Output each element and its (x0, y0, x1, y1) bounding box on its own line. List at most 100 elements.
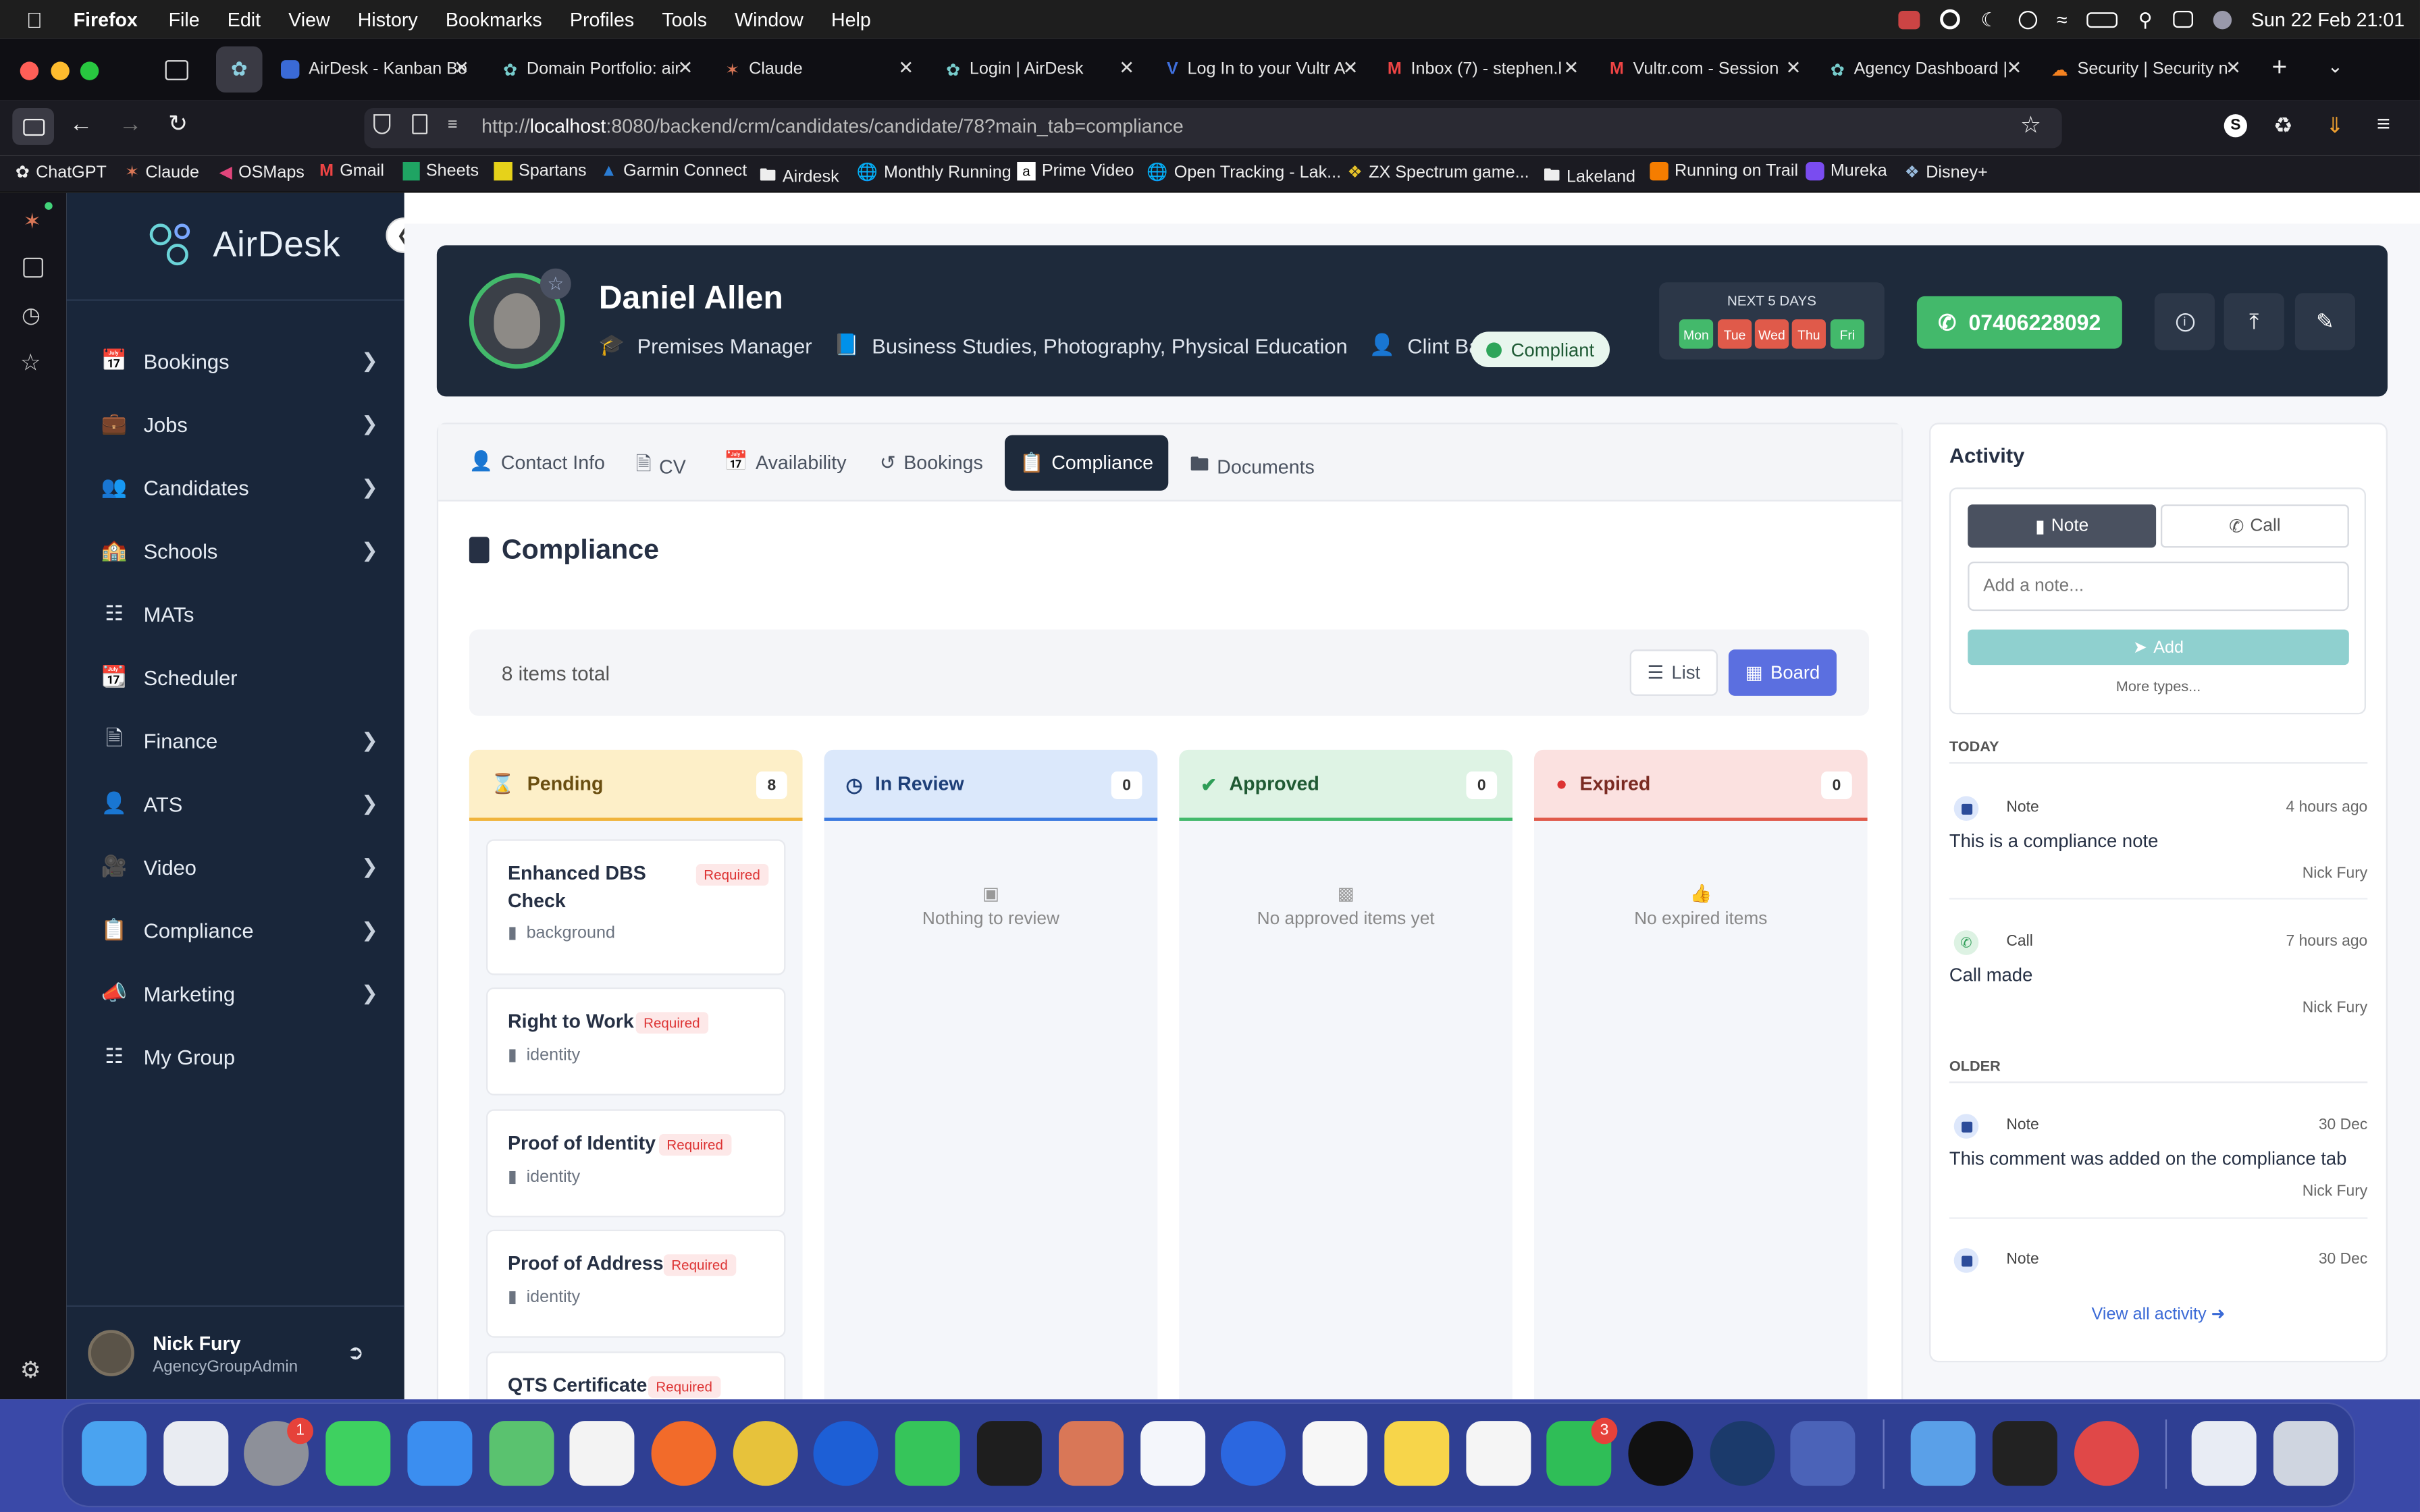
app-logo[interactable]: AirDesk (148, 221, 340, 267)
bookmark-open-tracking[interactable]: 🌐 Open Tracking - Lak... (1147, 162, 1341, 182)
sidebar-item-ats[interactable]: 👤 ATS ❯ (101, 781, 378, 828)
chrome-icon[interactable] (733, 1421, 798, 1486)
day-tue[interactable]: Tue (1717, 319, 1752, 349)
view-all-activity-link[interactable]: View all activity ➜ (1949, 1303, 2367, 1324)
bookmark-airdesk[interactable]: 🖿 Airdesk (760, 162, 839, 191)
spotify-icon[interactable] (1628, 1421, 1693, 1486)
bookmark-spartans[interactable]: Spartans (494, 161, 587, 181)
sidebar-item-compliance[interactable]: 📋 Compliance ❯ (101, 907, 378, 954)
bookmark-zx-spectrum[interactable]: ❖ ZX Spectrum game... (1347, 162, 1529, 182)
tab-close-icon[interactable]: ✕ (1119, 57, 1134, 79)
tab-claude[interactable]: ✶ Claude (725, 49, 802, 89)
window-zoom-button[interactable] (80, 61, 99, 80)
day-fri[interactable]: Fri (1830, 319, 1865, 349)
reminders-icon[interactable] (1303, 1421, 1368, 1486)
bookmark-mureka[interactable]: Mureka (1806, 161, 1887, 181)
tab-cv[interactable]: 🗎 CV (636, 450, 686, 483)
forward-icon[interactable]: → (119, 111, 142, 138)
tab-security[interactable]: ☁ Security | Security n (2051, 49, 2228, 89)
shield-icon[interactable] (373, 114, 391, 134)
back-icon[interactable]: ← (70, 111, 93, 138)
reload-icon[interactable]: ↻ (168, 109, 188, 138)
new-tab-button[interactable]: + (2272, 53, 2288, 84)
history-icon[interactable]: ◷ (22, 302, 41, 329)
list-view-button[interactable]: ☰ List (1629, 649, 1718, 696)
sidebar-item-scheduler[interactable]: 📆 Scheduler (101, 654, 378, 701)
sidebar-item-schools[interactable]: 🏫 Schools ❯ (101, 528, 378, 574)
tab-close-icon[interactable]: ✕ (898, 57, 914, 79)
info-button[interactable]: i (2154, 293, 2215, 350)
day-wed[interactable]: Wed (1754, 319, 1789, 349)
bookmark-osmaps[interactable]: ◀ OSMaps (219, 162, 305, 182)
logout-icon[interactable]: ➲ (347, 1341, 364, 1366)
facetime-icon[interactable] (895, 1421, 960, 1486)
more-types-link[interactable]: More types... (1968, 679, 2349, 696)
note-input[interactable] (1968, 561, 2349, 612)
sidebar-item-finance[interactable]: 🗎 Finance ❯ (101, 718, 378, 764)
mail-icon[interactable] (407, 1421, 473, 1486)
menubar-clock[interactable]: Sun 22 Feb 21:01 (2251, 9, 2404, 30)
sidebar-item-marketing[interactable]: 📣 Marketing ❯ (101, 971, 378, 1017)
photos-icon[interactable] (569, 1421, 635, 1486)
extension-s-icon[interactable]: S (2224, 114, 2247, 138)
edit-button[interactable]: ✎ (2294, 293, 2355, 350)
bookmark-disney[interactable]: ❖ Disney+ (1905, 162, 1988, 182)
apple-icon[interactable]:  (26, 7, 43, 32)
backup-icon[interactable] (1910, 1421, 1976, 1486)
tab-agency-dashboard[interactable]: ✿ Agency Dashboard | (1831, 49, 2007, 89)
menu-bookmarks[interactable]: Bookmarks (446, 9, 542, 30)
battery-icon[interactable] (2087, 11, 2119, 27)
wifi-icon[interactable]: ≈ (2057, 9, 2068, 30)
trash-icon[interactable] (2273, 1421, 2338, 1486)
tab-documents[interactable]: 🖿 Documents (1190, 450, 1315, 483)
bookmark-sheets[interactable]: Sheets (402, 161, 479, 181)
tab-overview-icon[interactable] (165, 60, 188, 80)
menubar-status-icon[interactable] (1940, 9, 1961, 30)
tab-vultr-session[interactable]: M Vultr.com - Session (1610, 49, 1779, 89)
bookmark-prime-video[interactable]: a Prime Video (1017, 161, 1134, 181)
tab-gmail-inbox[interactable]: M Inbox (7) - stephen.l (1388, 49, 1562, 89)
bookmark-monthly-running[interactable]: 🌐 Monthly Running (857, 162, 1011, 182)
notes-icon[interactable] (1384, 1421, 1450, 1486)
tab-close-icon[interactable]: ✕ (677, 57, 693, 79)
control-center-icon[interactable] (2172, 10, 2193, 28)
tab-airdesk-kanban[interactable]: AirDesk - Kanban Bo (280, 49, 467, 89)
tab-bookings[interactable]: ↺ Bookings (880, 450, 983, 474)
app-icon[interactable] (1790, 1421, 1856, 1486)
menu-app-name[interactable]: Firefox (74, 9, 138, 30)
bookmarks-star-icon[interactable]: ☆ (20, 349, 41, 377)
moon-icon[interactable]: ☾ (1980, 7, 1998, 31)
claude-app-icon[interactable] (1058, 1421, 1124, 1486)
permissions-icon[interactable]: ≡ (448, 115, 458, 134)
menubar-app-icon[interactable] (1899, 9, 1921, 29)
tab-close-icon[interactable]: ✕ (1563, 57, 1579, 79)
sidebar-item-jobs[interactable]: 💼 Jobs ❯ (101, 401, 378, 448)
pinned-tab-airdesk[interactable]: ✿ (215, 46, 263, 93)
page-icon[interactable] (412, 114, 428, 134)
tab-close-icon[interactable]: ✕ (2006, 57, 2022, 79)
maps-icon[interactable] (489, 1421, 554, 1486)
steam-icon[interactable] (1710, 1421, 1775, 1486)
tab-availability[interactable]: 📅 Availability (724, 450, 846, 473)
sidebar-item-bookings[interactable]: 📅 Bookings ❯ (101, 338, 378, 385)
messages-icon[interactable] (325, 1421, 391, 1486)
proton-icon[interactable] (1220, 1421, 1286, 1486)
menu-history[interactable]: History (358, 9, 418, 30)
window-minimize-button[interactable] (51, 61, 70, 80)
launchpad-icon[interactable] (163, 1421, 229, 1486)
bookmark-star-icon[interactable]: ☆ (2020, 111, 2041, 139)
menu-file[interactable]: File (169, 9, 200, 30)
user-avatar[interactable] (88, 1330, 134, 1376)
menu-profiles[interactable]: Profiles (570, 9, 634, 30)
bookmark-lakeland[interactable]: 🖿 Lakeland (1544, 162, 1635, 191)
sidebar-item-candidates[interactable]: 👥 Candidates ❯ (101, 464, 378, 511)
activity-monitor-icon[interactable] (1992, 1421, 2057, 1486)
firefox-icon[interactable] (651, 1421, 716, 1486)
menu-window[interactable]: Window (735, 9, 804, 30)
spotlight-icon[interactable]: ⚲ (2138, 7, 2153, 31)
menu-help[interactable]: Help (831, 9, 871, 30)
claude-rail-icon[interactable]: ✶ (23, 209, 41, 235)
slack-icon[interactable] (1466, 1421, 1531, 1486)
menu-view[interactable]: View (288, 9, 330, 30)
call-phone-button[interactable]: ✆ 07406228092 (1916, 296, 2122, 349)
